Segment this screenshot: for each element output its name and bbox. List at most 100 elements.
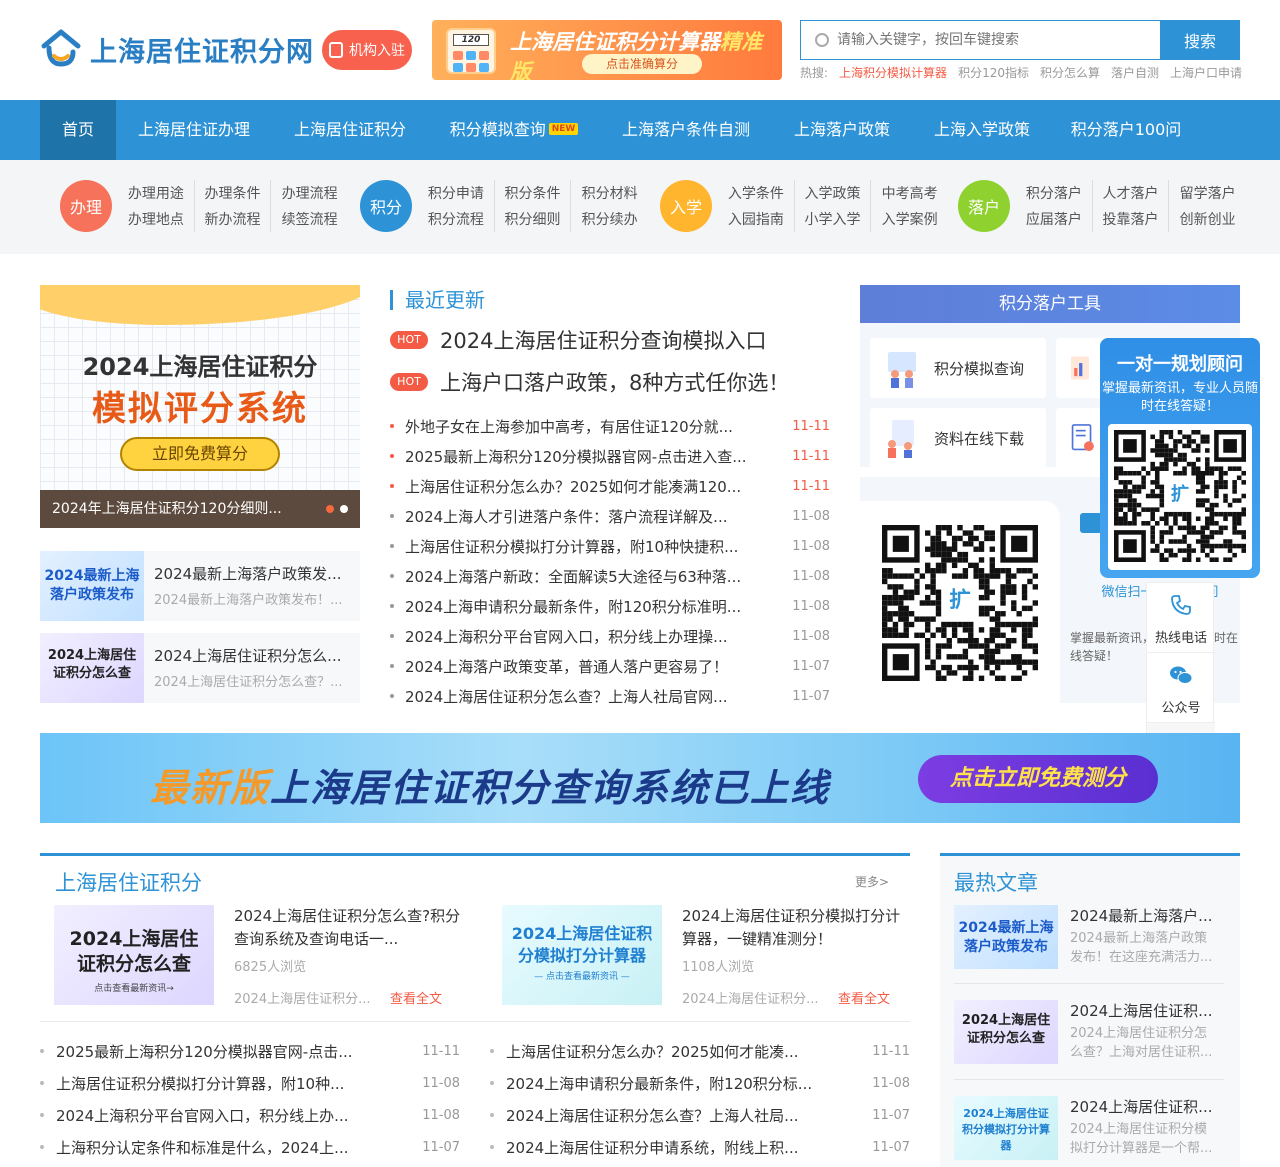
category-link[interactable]: 积分流程 [418, 206, 495, 232]
news-row[interactable]: 上海居住证积分怎么办？2025如何才能凑满120... 11-11 [390, 471, 830, 501]
news-row[interactable]: 2025最新上海积分120分模拟器官网-点击进入查... 11-11 [390, 441, 830, 471]
category-link[interactable]: 办理地点 [118, 206, 195, 232]
nav-faq-100[interactable]: 积分落户100问 [1052, 100, 1200, 160]
side-article-card[interactable]: 2024最新上海落户政策发布 2024最新上海落户政策发... 2024最新上海… [40, 551, 360, 621]
category-link[interactable]: 应届落户 [1016, 206, 1093, 232]
side-article-desc: 2024最新上海落户政策发布！... [154, 593, 343, 608]
category-link[interactable]: 办理用途 [118, 180, 195, 206]
list-item[interactable]: 2024上海居住证积分申请系统，附线上积... 11-07 [490, 1131, 910, 1163]
carousel-dot[interactable] [326, 505, 334, 513]
read-more-link[interactable]: 查看全文 [390, 988, 442, 1007]
article-thumbnail: 2024上海居住证积分怎么查 [40, 633, 144, 703]
read-more-link[interactable]: 查看全文 [838, 988, 890, 1007]
hot-article-title: 2024上海居住证积... [1070, 1098, 1213, 1116]
category-link[interactable]: 积分申请 [418, 180, 495, 206]
hot-search-words: 热搜: 上海积分模拟计算器 积分120指标 积分怎么算 落户自测 上海户口申请 [800, 64, 1242, 81]
news-row[interactable]: 外地子女在上海参加中高考，有居住证120分就... 11-11 [390, 411, 830, 441]
featured-article[interactable]: 2024上海居住证积分怎么查 点击查看最新资讯→ 2024上海居住证积分怎么查?… [54, 905, 474, 1007]
featured-title: 2024上海居住证积分模拟打分计算器，一键精准测分！ [682, 907, 901, 948]
category-link[interactable]: 入学案例 [871, 206, 948, 232]
hot-headline-text: 2024上海居住证积分查询模拟入口 [440, 329, 767, 353]
nav-home[interactable]: 首页 [40, 100, 116, 160]
category-link[interactable]: 投靠落户 [1093, 206, 1170, 232]
site-logo[interactable]: 上海居住证积分网 [40, 26, 314, 72]
query-system-banner[interactable]: 最新版上海居住证积分查询系统已上线 点击立即免费测分 [40, 733, 1240, 823]
category-link[interactable]: 新办流程 [195, 206, 272, 232]
category-link[interactable]: 办理流程 [271, 180, 348, 206]
category-link[interactable]: 入学条件 [718, 180, 795, 206]
wechat-official-button[interactable]: 公众号 [1147, 653, 1215, 723]
category-links-apply: 办理用途 办理条件 办理流程 办理地点 新办流程 续签流程 [118, 180, 348, 232]
nav-permit-apply[interactable]: 上海居住证办理 [116, 100, 272, 160]
hotline-button[interactable]: 热线电话 [1147, 583, 1215, 653]
side-article-card[interactable]: 2024上海居住证积分怎么查 2024上海居住证积分怎么... 2024上海居住… [40, 633, 360, 703]
section-list-left: 2025最新上海积分120分模拟器官网-点击... 11-11 上海居住证积分模拟… [40, 1035, 460, 1163]
search-button[interactable]: 搜索 [1160, 20, 1240, 60]
join-button-label: 机构入驻 [349, 43, 405, 59]
nav-hukou-policy[interactable]: 上海落户政策 [772, 100, 912, 160]
tool-download[interactable]: 资料在线下载 [870, 408, 1046, 468]
news-row[interactable]: 2024上海落户政策变革，普通人落户更容易了！ 11-07 [390, 651, 830, 681]
category-link[interactable]: 积分条件 [495, 180, 572, 206]
list-item[interactable]: 2025最新上海积分120分模拟器官网-点击... 11-11 [40, 1035, 460, 1067]
floating-advisor-card[interactable]: 一对一规划顾问 掌握最新资讯，专业人员随时在线答疑！ 扩 [1100, 338, 1260, 578]
qr-box: 扩 [860, 501, 1060, 703]
list-item[interactable]: 上海积分认定条件和标准是什么，2024上... 11-07 [40, 1131, 460, 1163]
nav-points-simulation[interactable]: 积分模拟查询 NEW [428, 100, 600, 160]
featured-article[interactable]: 2024上海居住证积分模拟打分计算器 — 点击查看最新资讯 — 2024上海居住… [502, 905, 922, 1007]
search-input[interactable] [837, 32, 1137, 48]
join-button[interactable]: 机构入驻 [322, 30, 412, 70]
category-link[interactable]: 办理条件 [195, 180, 272, 206]
featured-views: 6825人浏览 [234, 960, 307, 975]
nav-hukou-selftest[interactable]: 上海落户条件自测 [600, 100, 772, 160]
list-item[interactable]: 上海居住证积分模拟打分计算器，附10种... 11-08 [40, 1067, 460, 1099]
nav-school-policy[interactable]: 上海入学政策 [912, 100, 1052, 160]
category-link[interactable]: 入学政策 [795, 180, 872, 206]
category-link[interactable]: 续签流程 [271, 206, 348, 232]
category-link[interactable]: 入园指南 [718, 206, 795, 232]
more-link[interactable]: 更多> [855, 873, 889, 890]
hot-article-card[interactable]: 2024上海居住证积分怎么查 2024上海居住证积... 2024上海居住证积分… [954, 1000, 1224, 1070]
category-link[interactable]: 小学入学 [795, 206, 872, 232]
list-item[interactable]: 2024上海居住证积分怎么查？上海人社局... 11-07 [490, 1099, 910, 1131]
hot-word[interactable]: 积分怎么算 [1040, 64, 1100, 81]
tool-points-query[interactable]: 积分模拟查询 [870, 338, 1046, 398]
news-row[interactable]: 2024上海积分平台官网入口，积分线上办理操... 11-08 [390, 621, 830, 651]
category-badge-points: 积分 [360, 180, 412, 232]
calculator-icon: 120 [446, 28, 496, 74]
section-list-right: 上海居住证积分怎么办？2025如何才能凑... 11-11 2024上海申请积分最… [490, 1035, 910, 1163]
hot-headline[interactable]: HOT 2024上海居住证积分查询模拟入口 [390, 325, 810, 355]
news-row[interactable]: 2024上海居住证积分怎么查？上海人社局官网... 11-07 [390, 681, 830, 711]
hot-word[interactable]: 落户自测 [1111, 64, 1159, 81]
list-item[interactable]: 上海居住证积分怎么办？2025如何才能凑... 11-11 [490, 1035, 910, 1067]
hero-calc-button[interactable]: 立即免费算分 [120, 437, 280, 471]
nav-permit-points[interactable]: 上海居住证积分 [272, 100, 428, 160]
category-links-school: 入学条件 入学政策 中考高考 入园指南 小学入学 入学案例 [718, 180, 948, 232]
carousel-dot[interactable] [340, 505, 348, 513]
category-link[interactable]: 留学落户 [1169, 180, 1246, 206]
list-item[interactable]: 2024上海申请积分最新条件，附120积分标... 11-08 [490, 1067, 910, 1099]
hot-word[interactable]: 上海积分模拟计算器 [839, 64, 947, 81]
category-link[interactable]: 积分落户 [1016, 180, 1093, 206]
list-item[interactable]: 2024上海积分平台官网入口，积分线上办... 11-08 [40, 1099, 460, 1131]
category-link[interactable]: 创新创业 [1169, 206, 1246, 232]
main-nav: 首页 上海居住证办理 上海居住证积分 积分模拟查询 NEW 上海落户条件自测 上海… [0, 100, 1280, 160]
news-row[interactable]: 2024上海落户新政：全面解读5大途径与63种落... 11-08 [390, 561, 830, 591]
news-row[interactable]: 2024上海申请积分最新条件，附120积分标准明... 11-08 [390, 591, 830, 621]
search-box [800, 20, 1160, 60]
category-link[interactable]: 积分续办 [571, 206, 648, 232]
hero-carousel[interactable]: 2024上海居住证积分 模拟评分系统 立即免费算分 2024年上海居住证积分12… [40, 285, 360, 528]
category-link[interactable]: 中考高考 [871, 180, 948, 206]
hot-word[interactable]: 积分120指标 [958, 64, 1029, 81]
category-link[interactable]: 积分材料 [571, 180, 648, 206]
hot-article-card[interactable]: 2024最新上海落户政策发布 2024最新上海落户... 2024最新上海落户政… [954, 905, 1224, 975]
category-link[interactable]: 人才落户 [1093, 180, 1170, 206]
hot-word[interactable]: 上海户口申请 [1170, 64, 1242, 81]
category-link[interactable]: 积分细则 [495, 206, 572, 232]
banner-cta[interactable]: 点击立即免费测分 [918, 755, 1158, 803]
news-row[interactable]: 上海居住证积分模拟打分计算器，附10种快捷积... 11-08 [390, 531, 830, 561]
hot-article-card[interactable]: 2024上海居住证积分模拟打分计算器 2024上海居住证积... 2024上海居… [954, 1096, 1224, 1166]
news-row[interactable]: 2024上海人才引进落户条件：落户流程详解及... 11-08 [390, 501, 830, 531]
calculator-banner[interactable]: 120 上海居住证积分计算器精准版 点击准确算分 [432, 20, 782, 80]
hot-headline[interactable]: HOT 上海户口落户政策，8种方式任你选！ [390, 367, 810, 397]
